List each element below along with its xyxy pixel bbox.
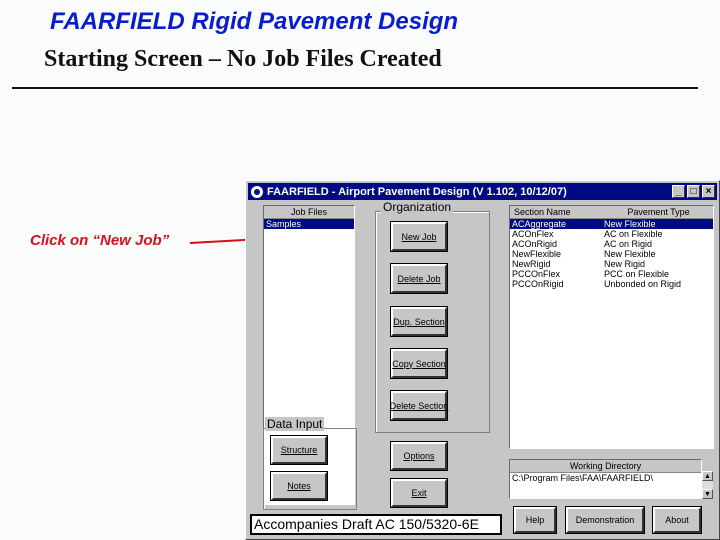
working-directory-label: Working Directory [510,460,701,473]
scroll-down-icon[interactable]: ▼ [702,489,713,499]
notes-button[interactable]: Notes [270,471,328,501]
table-row[interactable]: PCCOnRigid Unbonded on Rigid [510,279,713,289]
scroll-up-icon[interactable]: ▲ [702,471,713,481]
table-row[interactable]: NewFlexible New Flexible [510,249,713,259]
window-title: FAARFIELD - Airport Pavement Design (V 1… [267,185,567,198]
working-directory-box[interactable]: Working Directory C:\Program Files\FAA\F… [509,459,702,499]
working-directory-path: C:\Program Files\FAA\FAARFIELD\ [512,473,654,483]
faarfield-window: FAARFIELD - Airport Pavement Design (V 1… [245,180,720,540]
working-directory-scrollbar[interactable]: ▲ ▼ [702,471,713,499]
copy-section-button[interactable]: Copy Section [390,348,448,379]
app-icon [251,185,263,198]
help-button[interactable]: Help [513,506,557,534]
table-row[interactable]: ACOnFlex AC on Flexible [510,229,713,239]
table-row[interactable]: PCCOnFlex PCC on Flexible [510,269,713,279]
list-item[interactable]: Samples [264,219,354,229]
window-titlebar[interactable]: FAARFIELD - Airport Pavement Design (V 1… [248,183,717,200]
options-button[interactable]: Options [390,441,448,471]
column-pavement-type: Pavement Type [627,207,690,217]
job-files-header: Job Files [264,206,354,219]
dup-section-button[interactable]: Dup. Section [390,306,448,337]
minimize-icon[interactable]: _ [672,185,685,198]
new-job-button[interactable]: New Job [390,221,448,252]
caption-label: Accompanies Draft AC 150/5320-6E [250,514,502,535]
data-input-label: Data Input [265,417,325,431]
demonstration-button[interactable]: Demonstration [565,506,645,534]
column-section-name: Section Name [514,207,571,217]
structure-button[interactable]: Structure [270,435,328,465]
sections-list[interactable]: Section Name Pavement Type ACAggregate N… [509,205,714,449]
sections-header: Section Name Pavement Type [510,206,713,219]
table-row[interactable]: ACAggregate New Flexible [510,219,713,229]
maximize-icon[interactable]: □ [687,185,700,198]
table-row[interactable]: NewRigid New Rigid [510,259,713,269]
exit-button[interactable]: Exit [390,478,448,508]
organization-label: Organization [381,200,454,214]
delete-section-button[interactable]: Delete Section [390,390,448,421]
about-button[interactable]: About [652,506,702,534]
table-row[interactable]: ACOnRigid AC on Rigid [510,239,713,249]
delete-job-button[interactable]: Delete Job [390,263,448,294]
close-icon[interactable]: × [702,185,715,198]
